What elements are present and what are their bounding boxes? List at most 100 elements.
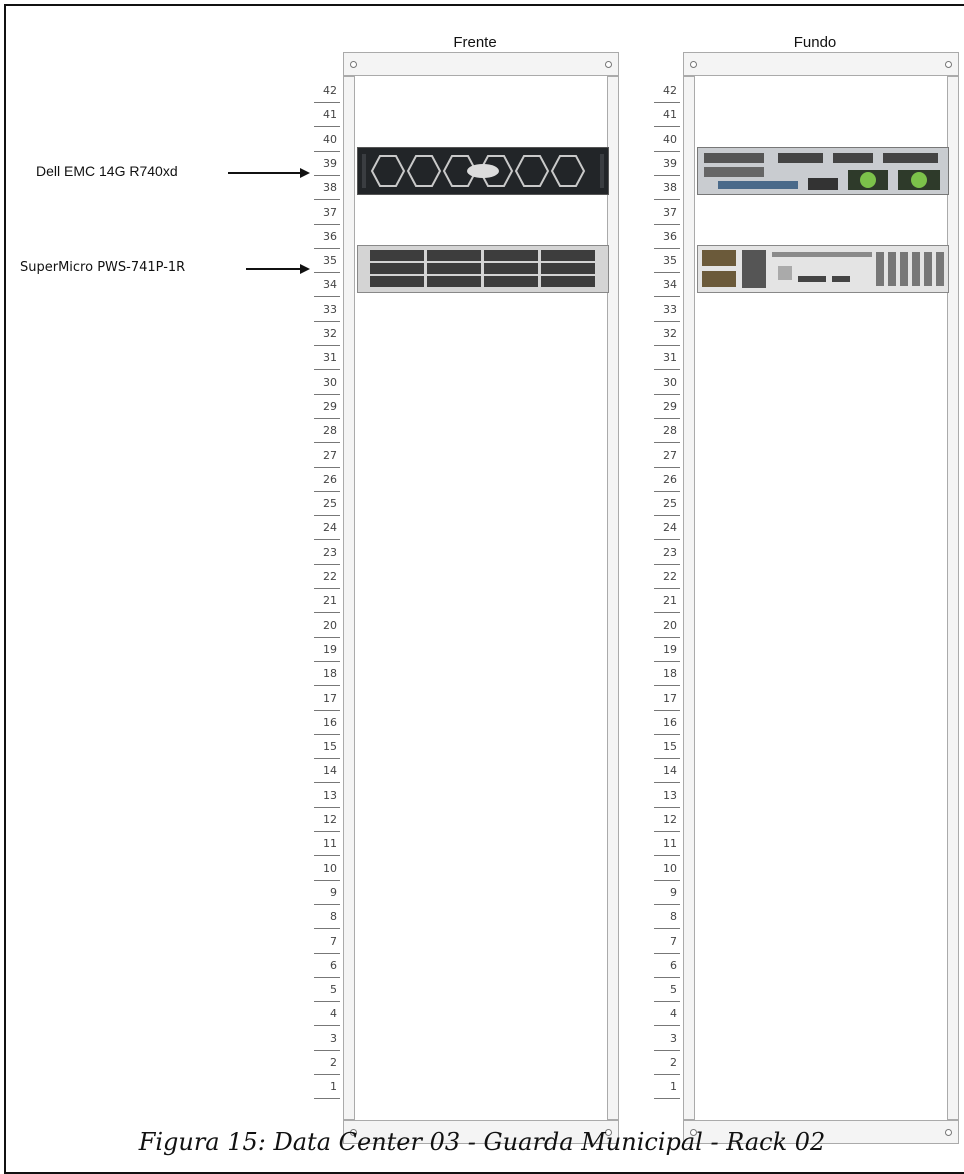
rack-unit-number: 15 — [314, 736, 340, 760]
rack-unit-number: 28 — [654, 420, 680, 444]
dell-r740xd-front — [357, 147, 609, 195]
supermicro-pws741p-front — [357, 245, 609, 293]
rack-unit-number: 12 — [314, 809, 340, 832]
rack-unit-number: 19 — [314, 639, 340, 662]
back-rack — [683, 52, 959, 1144]
rack-unit-number: 20 — [314, 615, 340, 638]
rack-rail-right — [607, 76, 619, 1120]
mount-hole — [945, 61, 952, 68]
mount-hole — [350, 61, 357, 68]
arrow-head — [300, 168, 310, 178]
rack-unit-number: 30 — [654, 372, 680, 395]
rack-unit-number: 39 — [654, 153, 680, 176]
rack-unit-number: 35 — [654, 250, 680, 274]
rack-unit-number: 16 — [314, 712, 340, 735]
rack-unit-number: 24 — [654, 517, 680, 541]
rack-unit-number: 29 — [314, 396, 340, 419]
rack-unit-number: 24 — [314, 517, 340, 541]
rack-unit-number: 26 — [654, 469, 680, 492]
rack-unit-number: 23 — [314, 542, 340, 565]
rack-bay — [695, 76, 947, 1120]
rack-unit-number: 34 — [654, 274, 680, 298]
rack-unit-number: 7 — [314, 931, 340, 954]
rack-unit-number: 8 — [314, 906, 340, 930]
rack-unit-number: 3 — [654, 1028, 680, 1051]
rack-unit-number: 29 — [654, 396, 680, 419]
rack-unit-number: 26 — [314, 469, 340, 492]
rack-bay — [355, 76, 607, 1120]
rack-unit-number: 36 — [654, 226, 680, 249]
rack-unit-number: 5 — [654, 979, 680, 1003]
rack-unit-number: 6 — [654, 955, 680, 978]
rack-unit-number: 27 — [314, 445, 340, 468]
device-label-dell: Dell EMC 14G R740xd — [36, 163, 178, 179]
rack-unit-number: 38 — [314, 177, 340, 201]
rack-unit-number: 15 — [654, 736, 680, 760]
rack-unit-number: 1 — [314, 1076, 340, 1100]
rack-unit-number: 18 — [314, 663, 340, 687]
rack-unit-number: 42 — [654, 80, 680, 103]
rack-unit-number: 20 — [654, 615, 680, 638]
rack-rail-right — [947, 76, 959, 1120]
rack-unit-number: 7 — [654, 931, 680, 954]
rack-unit-number: 13 — [314, 785, 340, 808]
rack-unit-number: 42 — [314, 80, 340, 103]
rack-unit-number: 13 — [654, 785, 680, 808]
rack-unit-number: 39 — [314, 153, 340, 176]
rack-unit-number: 38 — [654, 177, 680, 201]
rack-unit-number: 31 — [654, 347, 680, 371]
device-label-supermicro: SuperMicro PWS-741P-1R — [20, 260, 186, 275]
supermicro-drive-bays-graphic — [358, 246, 608, 292]
rack-top-cap — [683, 52, 959, 76]
rack-unit-number: 35 — [314, 250, 340, 274]
rack-unit-number: 14 — [314, 760, 340, 784]
rack-unit-number: 5 — [314, 979, 340, 1003]
rack-unit-number: 18 — [654, 663, 680, 687]
rack-unit-number: 1 — [654, 1076, 680, 1100]
rack-unit-number: 25 — [654, 493, 680, 517]
rack-unit-number: 41 — [654, 104, 680, 128]
rack-unit-number: 40 — [654, 129, 680, 152]
rack-unit-number: 23 — [654, 542, 680, 565]
arrow-head — [300, 264, 310, 274]
rack-unit-number: 37 — [654, 202, 680, 225]
rack-unit-number: 10 — [654, 858, 680, 881]
dell-bezel-graphic — [358, 148, 608, 194]
rack-unit-number: 21 — [314, 590, 340, 614]
rack-unit-number: 11 — [654, 833, 680, 857]
dell-rear-graphic — [698, 148, 948, 194]
rack-unit-number: 33 — [654, 299, 680, 322]
rack-unit-number: 41 — [314, 104, 340, 128]
rack-unit-number: 30 — [314, 372, 340, 395]
figure-caption: Figura 15: Data Center 03 - Guarda Munic… — [138, 1128, 826, 1156]
rack-unit-number: 10 — [314, 858, 340, 881]
rack-unit-number: 4 — [314, 1003, 340, 1027]
rack-unit-number: 2 — [314, 1052, 340, 1075]
rack-unit-number: 4 — [654, 1003, 680, 1027]
rack-unit-number: 36 — [314, 226, 340, 249]
rack-unit-number: 14 — [654, 760, 680, 784]
rack-unit-number: 22 — [314, 566, 340, 589]
arrow-line — [228, 172, 300, 174]
rack-unit-number: 37 — [314, 202, 340, 225]
rack-unit-number: 19 — [654, 639, 680, 662]
front-rack — [343, 52, 619, 1144]
rack-unit-number: 16 — [654, 712, 680, 735]
rack-unit-number: 9 — [654, 882, 680, 905]
rack-unit-number: 32 — [314, 323, 340, 346]
rack-unit-number: 21 — [654, 590, 680, 614]
rack-unit-number: 28 — [314, 420, 340, 444]
rack-unit-number: 12 — [654, 809, 680, 832]
rack-unit-number: 17 — [654, 688, 680, 711]
rack-unit-number: 31 — [314, 347, 340, 371]
arrow-line — [246, 268, 300, 270]
mount-hole — [690, 61, 697, 68]
rack-unit-number: 3 — [314, 1028, 340, 1051]
rack-top-cap — [343, 52, 619, 76]
rack-unit-number: 32 — [654, 323, 680, 346]
rack-rail-left — [683, 76, 695, 1120]
rack-unit-number: 40 — [314, 129, 340, 152]
rack-unit-number: 22 — [654, 566, 680, 589]
front-rack-title: Frente — [453, 34, 497, 51]
rack-rail-left — [343, 76, 355, 1120]
